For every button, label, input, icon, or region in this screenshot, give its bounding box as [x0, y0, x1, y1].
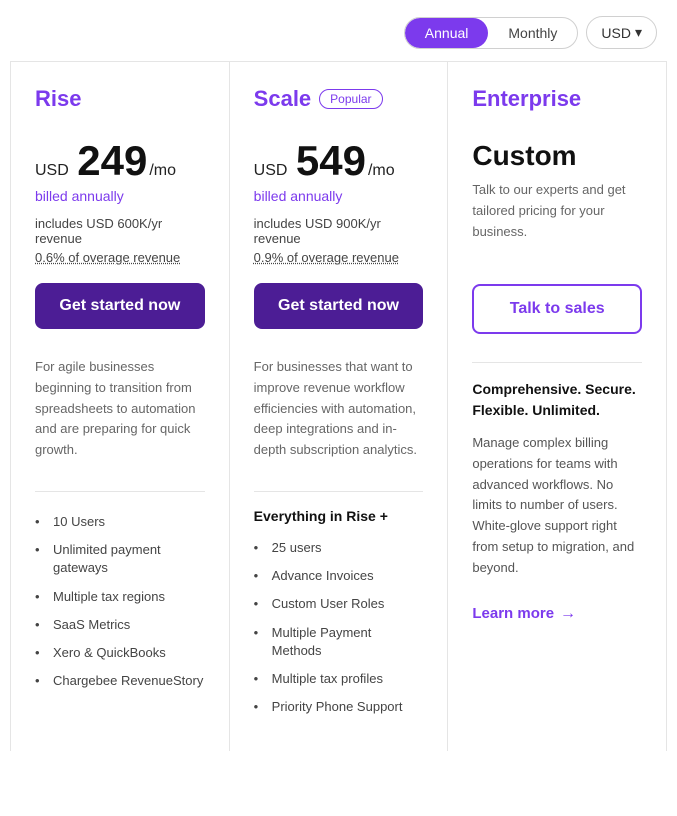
plan-rise-header: Rise	[35, 86, 205, 112]
billing-toggle: Annual Monthly	[404, 17, 579, 49]
scale-per: /mo	[368, 162, 395, 180]
scale-currency: USD	[254, 162, 288, 180]
list-item: 10 Users	[35, 508, 205, 536]
enterprise-cta-button[interactable]: Talk to sales	[472, 284, 642, 334]
enterprise-tagline: Comprehensive. Secure. Flexible. Unlimit…	[472, 379, 642, 421]
top-controls: Annual Monthly USD ▾	[0, 0, 677, 61]
currency-selector[interactable]: USD ▾	[586, 16, 657, 49]
scale-description: For businesses that want to improve reve…	[254, 357, 424, 467]
list-item: Chargebee RevenueStory	[35, 667, 205, 695]
scale-overage: 0.9% of overage revenue	[254, 250, 424, 265]
rise-feature-list: 10 Users Unlimited payment gateways Mult…	[35, 508, 205, 695]
learn-more-link[interactable]: Learn more →	[472, 605, 576, 623]
scale-features-heading: Everything in Rise +	[254, 508, 424, 524]
plan-scale-name: Scale	[254, 86, 312, 112]
arrow-right-icon: →	[560, 605, 576, 623]
scale-cta-button[interactable]: Get started now	[254, 283, 424, 329]
plan-scale-price: USD 549 /mo	[254, 140, 424, 182]
monthly-toggle-btn[interactable]: Monthly	[488, 18, 577, 48]
plan-enterprise-price: Custom	[472, 140, 642, 172]
rise-amount: 249	[77, 140, 147, 182]
plan-scale-header: Scale Popular	[254, 86, 424, 112]
currency-label: USD	[601, 25, 631, 41]
plan-rise: Rise USD 249 /mo billed annually include…	[11, 62, 230, 751]
plan-enterprise: Enterprise Custom Talk to our experts an…	[448, 62, 666, 751]
scale-amount: 549	[296, 140, 366, 182]
plan-rise-name: Rise	[35, 86, 81, 112]
plan-enterprise-name: Enterprise	[472, 86, 581, 112]
popular-badge: Popular	[319, 89, 382, 109]
annual-toggle-btn[interactable]: Annual	[405, 18, 489, 48]
list-item: Custom User Roles	[254, 590, 424, 618]
list-item: SaaS Metrics	[35, 611, 205, 639]
scale-billed-note: billed annually	[254, 188, 424, 204]
list-item: Advance Invoices	[254, 562, 424, 590]
enterprise-detail: Manage complex billing operations for te…	[472, 433, 642, 579]
learn-more-label: Learn more	[472, 605, 554, 622]
list-item: 25 users	[254, 534, 424, 562]
rise-per: /mo	[149, 162, 176, 180]
plan-rise-price: USD 249 /mo	[35, 140, 205, 182]
rise-billed-note: billed annually	[35, 188, 205, 204]
list-item: Xero & QuickBooks	[35, 639, 205, 667]
list-item: Multiple tax profiles	[254, 665, 424, 693]
chevron-down-icon: ▾	[635, 24, 642, 41]
rise-currency: USD	[35, 162, 69, 180]
rise-cta-button[interactable]: Get started now	[35, 283, 205, 329]
plan-scale: Scale Popular USD 549 /mo billed annuall…	[230, 62, 449, 751]
plans-container: Rise USD 249 /mo billed annually include…	[10, 61, 667, 751]
rise-includes: includes USD 600K/yr revenue	[35, 216, 205, 246]
list-item: Multiple tax regions	[35, 583, 205, 611]
list-item: Unlimited payment gateways	[35, 536, 205, 582]
list-item: Multiple Payment Methods	[254, 619, 424, 665]
rise-overage: 0.6% of overage revenue	[35, 250, 205, 265]
scale-includes: includes USD 900K/yr revenue	[254, 216, 424, 246]
plan-enterprise-header: Enterprise	[472, 86, 642, 112]
scale-feature-list: 25 users Advance Invoices Custom User Ro…	[254, 534, 424, 721]
rise-description: For agile businesses beginning to transi…	[35, 357, 205, 467]
enterprise-talk: Talk to our experts and get tailored pri…	[472, 180, 642, 260]
list-item: Priority Phone Support	[254, 693, 424, 721]
